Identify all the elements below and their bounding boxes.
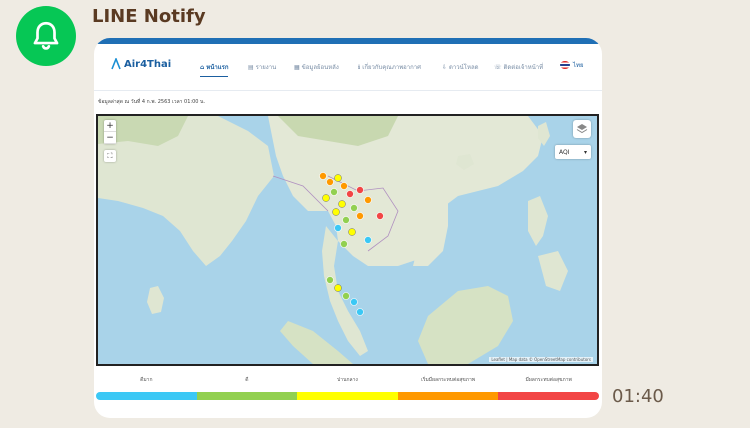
map-canvas <box>98 116 597 364</box>
contact-icon: ☏ <box>494 63 502 71</box>
thai-flag-icon <box>560 61 570 69</box>
nav-item-download[interactable]: ⇩ ดาวน์โหลด <box>442 62 479 72</box>
legend-swatch-very-good <box>96 392 197 400</box>
map-attribution[interactable]: Leaflet | Map data © OpenStreetMap contr… <box>489 357 593 362</box>
aqi-map[interactable]: + − ⛶ AQI ▾ Leaflet | Map data © OpenStr… <box>96 114 599 366</box>
home-icon: ⌂ <box>200 63 205 71</box>
aqi-legend-bar <box>96 392 599 400</box>
report-icon: ▤ <box>248 63 254 71</box>
message-timestamp: 01:40 <box>612 386 664 407</box>
nav-item-history[interactable]: ▦ ข้อมูลย้อนหลัง <box>294 62 339 72</box>
message-bubble[interactable]: Air4Thai ⌂ หน้าแรก ▤ รายงาน ▦ ข้อมูลย้อนหลั… <box>94 38 602 418</box>
fullscreen-button[interactable]: ⛶ <box>104 150 116 162</box>
info-icon: ℹ <box>358 63 361 71</box>
history-icon: ▦ <box>294 63 300 71</box>
zoom-out-button[interactable]: − <box>104 132 116 144</box>
legend-swatch-moderate <box>297 392 398 400</box>
language-switch[interactable]: ไทย <box>560 60 584 70</box>
nav-divider <box>94 90 602 91</box>
nav-item-contact[interactable]: ☏ ติดต่อเจ้าหน้าที่ <box>494 62 543 72</box>
legend-swatch-starting-effect <box>397 392 499 400</box>
legend-label-starting-effect: เริ่มมีผลกระทบต่อสุขภาพ <box>421 377 476 383</box>
aqi-legend-labels: ดีมาก ดี ปานกลาง เริ่มมีผลกระทบต่อสุขภาพ… <box>96 376 599 386</box>
nav-item-about-air[interactable]: ℹ เกี่ยวกับคุณภาพอากาศ <box>358 62 421 72</box>
legend-label-health-effect: มีผลกระทบต่อสุขภาพ <box>525 377 572 383</box>
nav-item-home[interactable]: ⌂ หน้าแรก <box>200 62 229 77</box>
bell-icon <box>33 21 59 50</box>
zoom-in-button[interactable]: + <box>104 120 116 132</box>
legend-label-very-good: ดีมาก <box>140 377 153 383</box>
site-nav: Air4Thai ⌂ หน้าแรก ▤ รายงาน ▦ ข้อมูลย้อนหลั… <box>94 52 602 82</box>
legend-label-moderate: ปานกลาง <box>337 377 358 383</box>
layers-icon <box>576 124 588 134</box>
logo-icon <box>111 58 121 70</box>
zoom-controls: + − <box>104 120 116 144</box>
legend-swatch-good <box>196 392 298 400</box>
legend-swatch-health-effect <box>498 392 599 400</box>
site-logo[interactable]: Air4Thai <box>110 58 171 70</box>
download-icon: ⇩ <box>442 63 448 71</box>
last-updated-text: ข้อมูลล่าสุด ณ วันที่ 4 ก.พ. 2563 เวลา 0… <box>98 99 206 105</box>
line-notify-avatar[interactable] <box>16 6 76 66</box>
chevron-down-icon: ▾ <box>583 148 587 156</box>
legend-label-good: ดี <box>245 377 249 383</box>
logo-text: Air4Thai <box>124 58 172 70</box>
nav-item-report[interactable]: ▤ รายงาน <box>248 62 276 72</box>
pollutant-select[interactable]: AQI ▾ <box>555 145 591 159</box>
sender-name: LINE Notify <box>92 6 206 27</box>
layers-button[interactable] <box>573 120 591 138</box>
page-header-bar <box>94 38 602 44</box>
